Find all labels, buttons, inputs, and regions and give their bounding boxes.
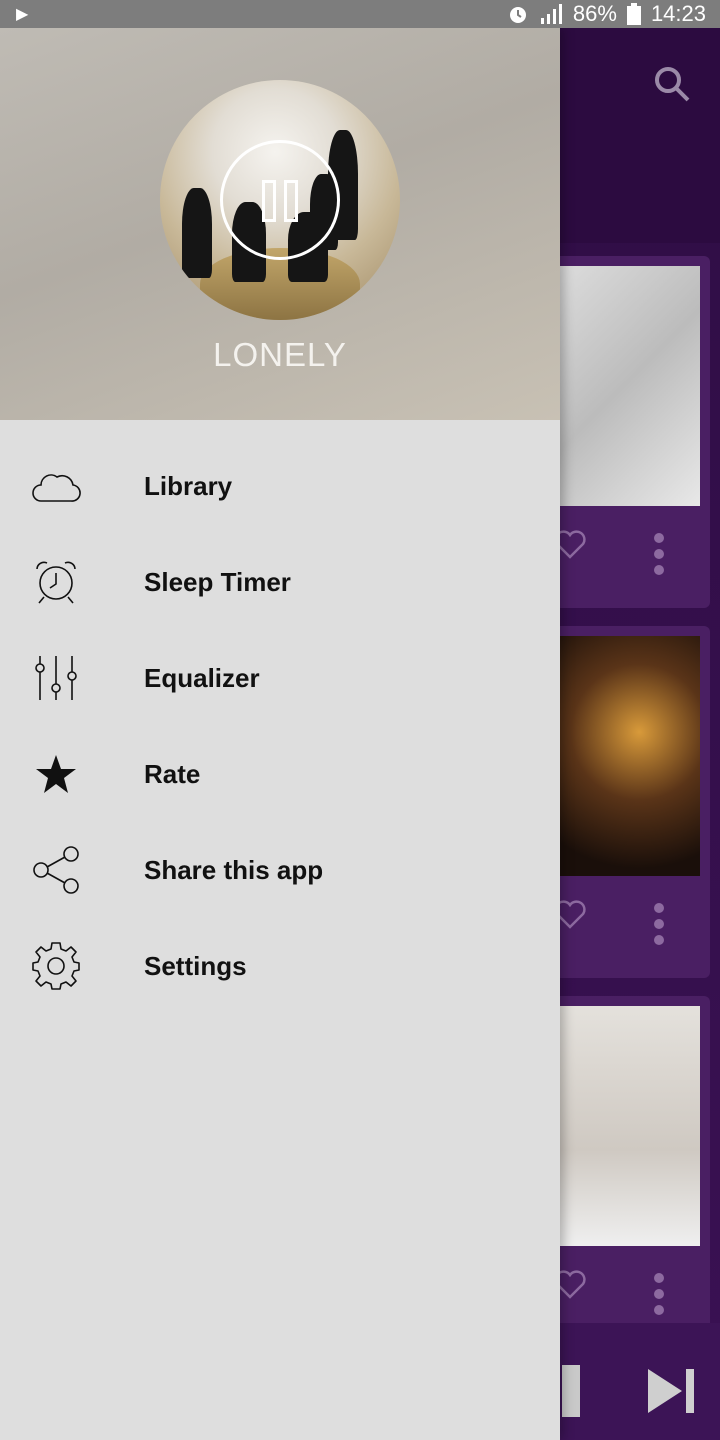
status-bar: ▶ 86% 14:23 (0, 0, 720, 28)
song-card[interactable] (548, 996, 710, 1348)
alarm-clock-icon (30, 558, 82, 606)
drawer-header: LONELY (0, 28, 560, 420)
menu-item-label: Equalizer (144, 662, 260, 693)
search-icon[interactable] (652, 64, 692, 104)
cloud-icon (30, 462, 82, 510)
equalizer-icon (30, 654, 82, 702)
menu-item-settings[interactable]: Settings (0, 918, 560, 1014)
battery-percent: 86% (572, 1, 617, 26)
pause-icon-bar (262, 180, 276, 222)
menu-item-label: Library (144, 470, 233, 501)
menu-item-sleep-timer[interactable]: Sleep Timer (0, 534, 560, 630)
navigation-drawer: LONELY Library Sleep Timer Equalizer Rat… (0, 28, 560, 1440)
more-options-icon[interactable] (652, 1272, 666, 1316)
clock: 14:23 (650, 1, 706, 26)
battery-icon (626, 3, 641, 25)
share-icon (30, 846, 82, 894)
more-options-icon[interactable] (652, 902, 666, 946)
star-icon (30, 750, 82, 798)
more-options-icon[interactable] (652, 532, 666, 576)
song-card[interactable] (548, 626, 710, 978)
gear-icon (30, 942, 82, 990)
menu-item-share[interactable]: Share this app (0, 822, 560, 918)
menu-item-rate[interactable]: Rate (0, 726, 560, 822)
signal-icon (540, 4, 562, 24)
menu-item-label: Rate (144, 758, 201, 789)
now-playing-title: LONELY (213, 336, 347, 373)
pause-bar[interactable] (562, 1365, 580, 1417)
alarm-icon (509, 7, 526, 23)
drawer-menu: Library Sleep Timer Equalizer Rate Share… (0, 438, 560, 1014)
menu-item-label: Sleep Timer (144, 566, 291, 597)
menu-item-label: Share this app (144, 854, 324, 885)
pause-icon-bar (284, 180, 298, 222)
menu-item-label: Settings (144, 950, 247, 981)
pause-button[interactable] (220, 140, 340, 260)
song-card[interactable] (548, 256, 710, 608)
album-thumbnail (548, 266, 700, 506)
media-playing-icon: ▶ (16, 6, 29, 23)
skip-next-icon[interactable] (646, 1367, 696, 1415)
album-art-figure (182, 188, 212, 278)
album-thumbnail (548, 636, 700, 876)
album-thumbnail (548, 1006, 700, 1246)
menu-item-equalizer[interactable]: Equalizer (0, 630, 560, 726)
menu-item-library[interactable]: Library (0, 438, 560, 534)
